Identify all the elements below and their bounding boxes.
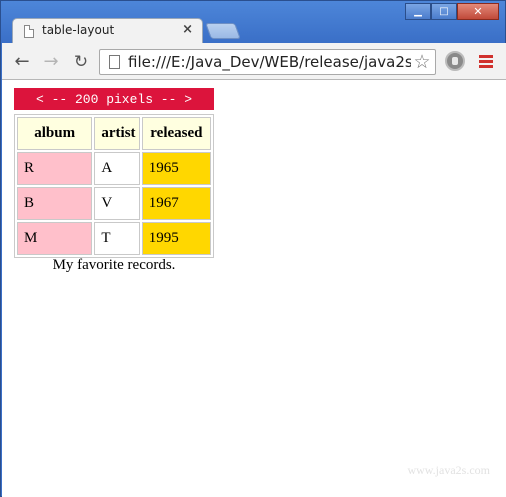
records-table-wrapper: album artist released R A 1965 B V 1967	[14, 114, 214, 258]
address-bar[interactable]: file:///E:/Java_Dev/WEB/release/java2sID…	[99, 49, 436, 75]
page-icon	[24, 25, 34, 38]
arrow-left-icon[interactable]: ←	[11, 51, 33, 73]
header-artist: artist	[94, 117, 140, 150]
extension-icon[interactable]	[445, 51, 465, 71]
table-caption: My favorite records.	[52, 257, 176, 273]
album-cell: R	[17, 152, 93, 185]
table-row: R A 1965	[17, 152, 211, 185]
tab-title: table-layout	[42, 23, 115, 37]
title-bar: ▁ □ ✕ table-layout ×	[1, 1, 505, 44]
toolbar: ← → ↻ file:///E:/Java_Dev/WEB/release/ja…	[2, 43, 506, 80]
close-tab-icon[interactable]: ×	[182, 22, 193, 37]
table-row: M T 1995	[17, 222, 211, 255]
url-text[interactable]: file:///E:/Java_Dev/WEB/release/java2sID	[128, 53, 429, 71]
artist-cell: A	[94, 152, 140, 185]
page-content: < -- 200 pixels -- > album artist releas…	[2, 80, 506, 497]
album-cell: M	[17, 222, 93, 255]
arrow-right-icon[interactable]: →	[40, 51, 62, 73]
records-table: album artist released R A 1965 B V 1967	[14, 114, 214, 258]
header-album: album	[17, 117, 93, 150]
table-header-row: album artist released	[17, 117, 211, 150]
header-released: released	[141, 117, 211, 150]
album-cell: B	[17, 187, 93, 220]
reload-icon[interactable]: ↻	[70, 51, 92, 73]
hamburger-menu-icon[interactable]	[479, 55, 493, 68]
watermark: www.java2s.com	[407, 463, 490, 477]
star-icon[interactable]: ☆	[411, 51, 433, 73]
released-cell: 1967	[141, 187, 211, 220]
tab-table-layout[interactable]: table-layout ×	[12, 18, 203, 44]
new-tab-button[interactable]	[205, 23, 241, 39]
close-window-button[interactable]: ✕	[457, 3, 499, 20]
width-banner: < -- 200 pixels -- >	[14, 88, 214, 110]
maximize-button[interactable]: □	[431, 3, 457, 20]
artist-cell: T	[94, 222, 140, 255]
released-cell: 1965	[141, 152, 211, 185]
page-icon	[109, 55, 120, 69]
browser-window: ▁ □ ✕ table-layout × ← → ↻ file:///E:/Ja…	[0, 0, 506, 497]
window-controls: ▁ □ ✕	[405, 3, 499, 20]
artist-cell: V	[94, 187, 140, 220]
table-row: B V 1967	[17, 187, 211, 220]
minimize-button[interactable]: ▁	[405, 3, 431, 20]
released-cell: 1995	[141, 222, 211, 255]
